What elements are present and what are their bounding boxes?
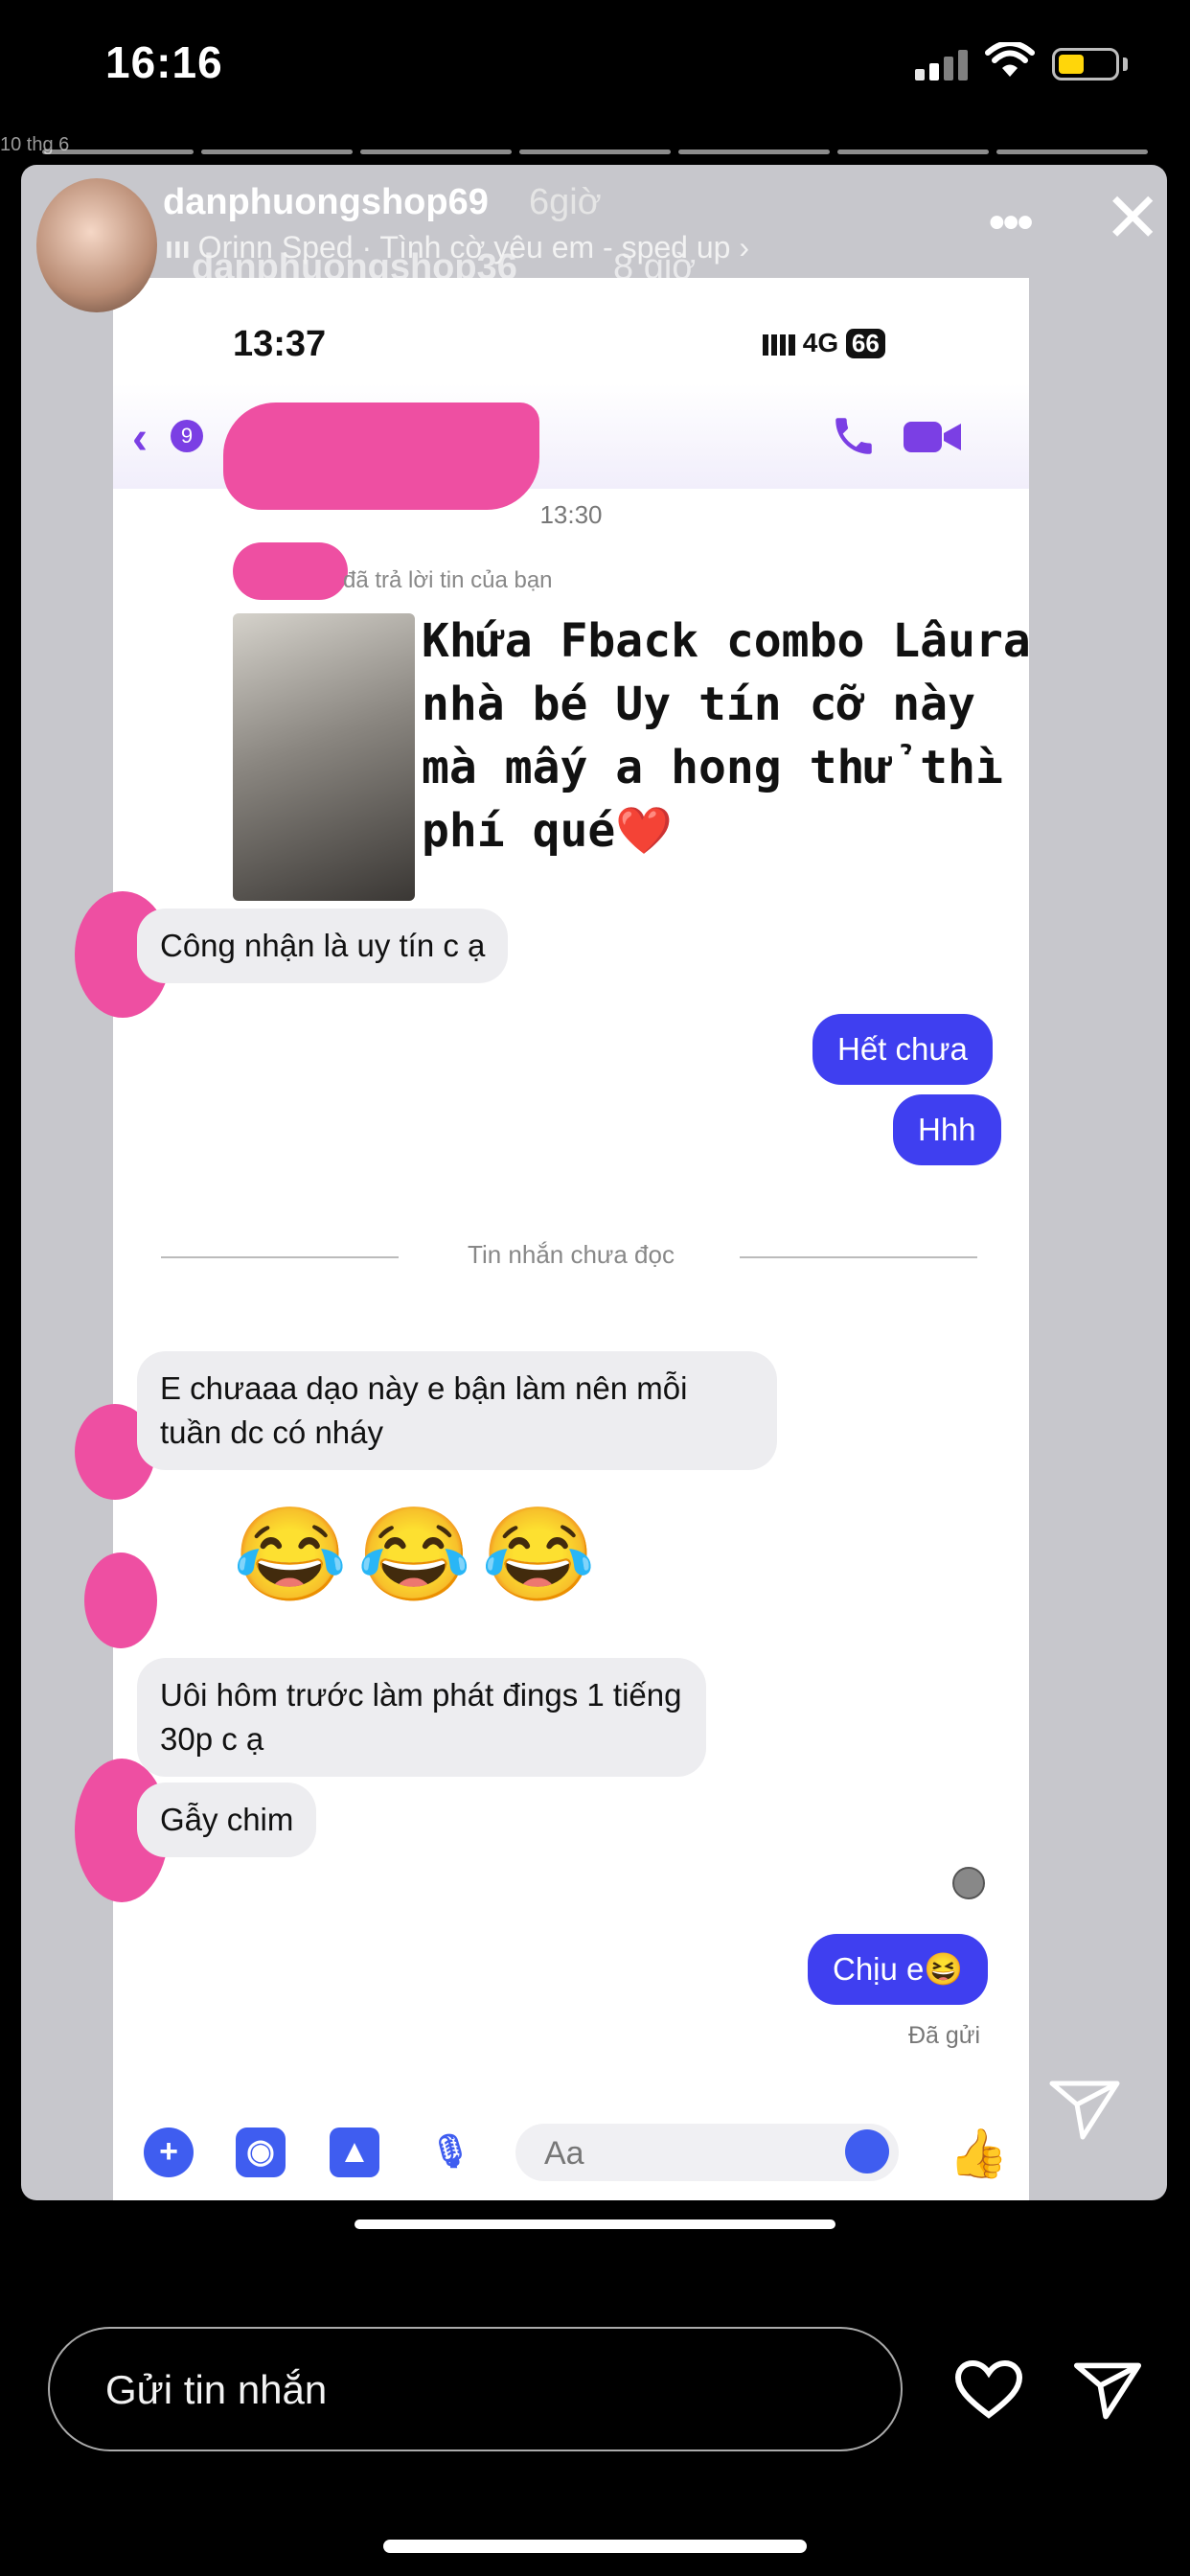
back-count-badge: 9 [171,420,203,452]
gallery-icon[interactable]: ▲ [330,2128,379,2177]
home-indicator [383,2540,807,2553]
battery-cap [1123,58,1128,71]
story-username[interactable]: danphuongshop69 [163,182,489,223]
story-age: 6giờ [529,182,602,222]
add-icon[interactable]: + [144,2128,194,2177]
message-bubble-out[interactable]: Hhh [893,1094,1001,1165]
status-bar: 16:16 [0,0,1190,134]
message-bubble-in[interactable]: E chưaaa dạo này e bận làm nên mỗi tuần … [137,1351,777,1470]
cellular-signal-icon [915,50,969,80]
composer-input[interactable]: Aa [515,2124,899,2181]
message-bubble-in[interactable]: Uôi hôm trước làm phát đings 1 tiếng 30p… [137,1658,706,1777]
story-music[interactable]: ııı Orinn Sped · Tình cờ yêu em - sped up… [165,230,749,265]
status-time: 16:16 [105,37,223,87]
story-avatar[interactable] [36,178,157,312]
sent-status: Đã gửi [908,2022,981,2049]
story-reply-text: Khứa Fback combo Lâura nhà bé Uy tín cỡ … [422,614,1031,858]
wifi-icon [985,42,1035,77]
chat-timestamp: 13:30 [539,500,603,529]
screenshot-network: 4G 66 [763,328,885,358]
message-bubble-out[interactable]: Hết chưa [812,1014,993,1085]
video-icon[interactable] [904,418,963,456]
redacted-reply-name [233,542,348,600]
home-indicator [355,2220,835,2229]
redacted-contact-name [223,402,539,510]
redacted-avatar [84,1552,157,1648]
reply-placeholder: Gửi tin nhắn [105,2367,328,2412]
composer-placeholder: Aa [544,2135,584,2172]
back-chevron-icon[interactable]: ‹ [132,412,148,465]
reply-label: đã trả lời tin của bạn [343,567,553,593]
more-icon[interactable]: ••• [989,196,1033,249]
message-bubble-in[interactable]: Công nhận là uy tín c ạ [137,908,509,983]
chat-screenshot: 13:37 4G 66 ‹ 9 13:30 đã trả lời tin của… [75,278,1031,2200]
message-composer: + ◉ ▲ 🎙 Aa 👍 [113,2089,1029,2200]
microphone-icon[interactable]: 🎙 [425,2128,475,2177]
emoji-icon[interactable] [845,2129,889,2174]
share-icon[interactable] [1048,2078,1121,2141]
story-progress [42,150,1148,154]
divider-line [740,1256,977,1258]
message-bubble-out[interactable]: Chịu e😆 [808,1934,989,2005]
close-icon[interactable]: ✕ [1104,184,1161,253]
music-label: Orinn Sped · Tình cờ yêu em - sped up › [197,230,749,264]
battery-icon [1052,48,1119,80]
music-bars-icon: ııı [165,230,191,264]
story-reply-thumbnail[interactable] [233,613,415,901]
screenshot-time: 13:37 [233,324,327,364]
thumbs-up-icon[interactable]: 👍 [949,2126,1008,2182]
screenshot-battery: 66 [845,329,885,358]
message-bubble-in[interactable]: Gẫy chim [137,1782,317,1857]
camera-icon[interactable]: ◉ [236,2128,286,2177]
heart-icon[interactable] [954,2359,1023,2421]
seen-avatar [952,1867,985,1899]
send-icon[interactable] [1073,2359,1142,2421]
message-emoji[interactable]: 😂😂😂 [233,1502,606,1609]
network-type: 4G [802,328,839,357]
phone-icon[interactable] [830,412,878,460]
unread-divider-label: Tin nhắn chưa đọc [468,1240,675,1269]
